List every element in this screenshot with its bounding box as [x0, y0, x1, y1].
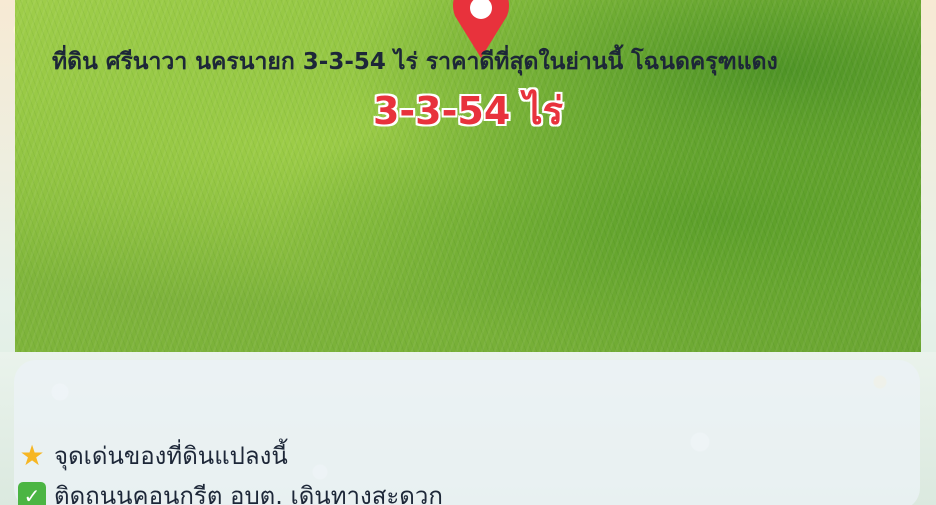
listing-headline: ที่ดิน ศรีนาวา นครนายก 3-3-54 ไร่ ราคาดี…	[52, 49, 778, 75]
feature-item: ✓ ติดถนนคอนกรีต อบต. เดินทางสะดวก	[18, 476, 443, 505]
highlights-heading-row: ★ จุดเด่นของที่ดินแปลงนี้	[18, 436, 288, 475]
check-icon: ✓	[18, 481, 46, 505]
land-area-label: 3-3-54 ไร่	[372, 89, 564, 133]
star-icon: ★	[19, 438, 45, 472]
highlights-heading: จุดเด่นของที่ดินแปลงนี้	[54, 442, 288, 470]
feature-text: ติดถนนคอนกรีต อบต. เดินทางสะดวก	[54, 482, 443, 505]
